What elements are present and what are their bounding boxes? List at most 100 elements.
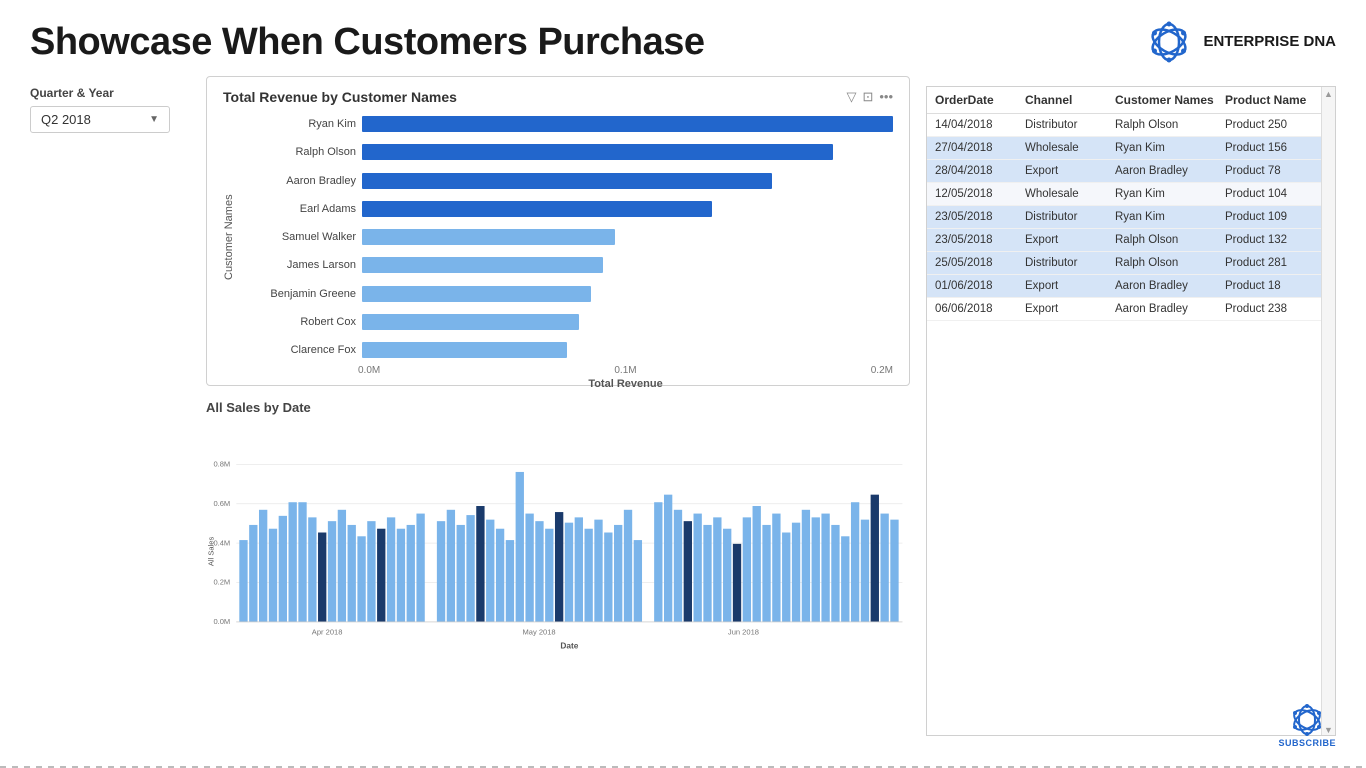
bar-label: Ralph Olson: [247, 146, 362, 158]
y-axis-label: Customer Names: [223, 113, 243, 361]
sales-chart-svg: 0.8M 0.6M 0.4M 0.2M 0.0M All Sales: [206, 419, 910, 699]
svg-text:0.0M: 0.0M: [213, 617, 230, 626]
table-row[interactable]: 14/04/2018DistributorRalph OlsonProduct …: [927, 114, 1321, 137]
customer-cell: Aaron Bradley: [1115, 165, 1225, 177]
bar-label: James Larson: [247, 259, 362, 271]
customer-cell: Ryan Kim: [1115, 188, 1225, 200]
channel-cell: Export: [1025, 280, 1115, 292]
order-date-cell: 27/04/2018: [935, 142, 1025, 154]
svg-text:Apr 2018: Apr 2018: [312, 628, 343, 637]
channel-cell: Wholesale: [1025, 142, 1115, 154]
right-panel: OrderDateChannelCustomer NamesProduct Na…: [926, 86, 1336, 736]
bar-label: Ryan Kim: [247, 118, 362, 130]
bar-label: Benjamin Greene: [247, 288, 362, 300]
bar-fill: [362, 173, 772, 189]
table-row[interactable]: 23/05/2018DistributorRyan KimProduct 109: [927, 206, 1321, 229]
table-container: OrderDateChannelCustomer NamesProduct Na…: [927, 87, 1321, 735]
header: Showcase When Customers Purchase ENTERPR…: [0, 0, 1366, 76]
subscribe-icon: [1289, 702, 1325, 738]
bar-fill: [362, 314, 579, 330]
main-content: Quarter & Year Q2 2018 ▼ Total Revenue b…: [0, 76, 1366, 736]
bar-row: Ryan Kim: [247, 113, 893, 135]
customer-cell: Aaron Bradley: [1115, 303, 1225, 315]
bar-label: Robert Cox: [247, 316, 362, 328]
channel-cell: Distributor: [1025, 257, 1115, 269]
channel-cell: Export: [1025, 165, 1115, 177]
bar-row: Ralph Olson: [247, 141, 893, 163]
expand-icon[interactable]: ⊡: [862, 89, 873, 105]
product-cell: Product 281: [1225, 257, 1321, 269]
order-date-cell: 23/05/2018: [935, 211, 1025, 223]
bar-track: [362, 286, 893, 302]
channel-cell: Distributor: [1025, 119, 1115, 131]
customer-cell: Ryan Kim: [1115, 142, 1225, 154]
x-axis-tick: 0.2M: [871, 365, 893, 376]
customer-cell: Ralph Olson: [1115, 234, 1225, 246]
logo-text: ENTERPRISE DNA: [1203, 33, 1336, 51]
svg-text:May 2018: May 2018: [522, 628, 555, 637]
bar-row: Clarence Fox: [247, 339, 893, 361]
bar-row: Robert Cox: [247, 311, 893, 333]
table-row[interactable]: 28/04/2018ExportAaron BradleyProduct 78: [927, 160, 1321, 183]
product-cell: Product 78: [1225, 165, 1321, 177]
svg-text:0.6M: 0.6M: [213, 499, 230, 508]
bar-fill: [362, 257, 603, 273]
order-date-cell: 12/05/2018: [935, 188, 1025, 200]
x-axis-tick: 0.0M: [358, 365, 380, 376]
channel-cell: Distributor: [1025, 211, 1115, 223]
bottom-chart-panel: All Sales by Date 0.8M 0.6M 0.4M 0.2M 0.…: [206, 396, 910, 716]
customer-cell: Aaron Bradley: [1115, 280, 1225, 292]
bar-fill: [362, 144, 833, 160]
table-row[interactable]: 23/05/2018ExportRalph OlsonProduct 132: [927, 229, 1321, 252]
bottom-chart-title: All Sales by Date: [206, 400, 910, 415]
customer-cell: Ralph Olson: [1115, 257, 1225, 269]
svg-text:0.4M: 0.4M: [213, 538, 230, 547]
table-row[interactable]: 27/04/2018WholesaleRyan KimProduct 156: [927, 137, 1321, 160]
scroll-up-icon[interactable]: ▲: [1324, 89, 1333, 99]
order-date-cell: 23/05/2018: [935, 234, 1025, 246]
svg-text:All Sales: All Sales: [207, 537, 216, 567]
dropdown-value: Q2 2018: [41, 112, 91, 127]
bar-chart-header: Total Revenue by Customer Names ▽ ⊡ •••: [223, 89, 893, 105]
table-header-cell: Channel: [1025, 93, 1115, 107]
bar-row: Samuel Walker: [247, 226, 893, 248]
product-cell: Product 104: [1225, 188, 1321, 200]
logo-area: ENTERPRISE DNA: [1145, 18, 1336, 66]
quarter-year-dropdown[interactable]: Q2 2018 ▼: [30, 106, 170, 133]
bar-label: Earl Adams: [247, 203, 362, 215]
bar-row: Earl Adams: [247, 198, 893, 220]
x-axis-tick: 0.1M: [614, 365, 636, 376]
scrollbar[interactable]: ▲ ▼: [1321, 87, 1335, 735]
page-title: Showcase When Customers Purchase: [30, 21, 705, 64]
left-sidebar: Quarter & Year Q2 2018 ▼: [30, 76, 190, 736]
bar-fill: [362, 116, 893, 132]
product-cell: Product 238: [1225, 303, 1321, 315]
bar-track: [362, 144, 893, 160]
right-panel-wrapper: OrderDateChannelCustomer NamesProduct Na…: [926, 86, 1336, 736]
table-row[interactable]: 01/06/2018ExportAaron BradleyProduct 18: [927, 275, 1321, 298]
bar-track: [362, 173, 893, 189]
order-date-cell: 28/04/2018: [935, 165, 1025, 177]
bar-track: [362, 229, 893, 245]
bar-chart-inner: Ryan Kim Ralph Olson Aaron Bradley Earl Ada…: [247, 113, 893, 361]
bar-label: Aaron Bradley: [247, 175, 362, 187]
more-icon[interactable]: •••: [879, 89, 893, 105]
bar-chart-panel: Total Revenue by Customer Names ▽ ⊡ ••• …: [206, 76, 910, 386]
table-row[interactable]: 12/05/2018WholesaleRyan KimProduct 104: [927, 183, 1321, 206]
product-cell: Product 132: [1225, 234, 1321, 246]
channel-cell: Export: [1025, 303, 1115, 315]
channel-cell: Export: [1025, 234, 1115, 246]
bottom-chart-svg-container: 0.8M 0.6M 0.4M 0.2M 0.0M All Sales: [206, 419, 910, 699]
bar-row: James Larson: [247, 254, 893, 276]
filter-icon[interactable]: ▽: [846, 89, 856, 105]
bar-fill: [362, 229, 615, 245]
table-row[interactable]: 25/05/2018DistributorRalph OlsonProduct …: [927, 252, 1321, 275]
bar-fill: [362, 342, 567, 358]
order-date-cell: 25/05/2018: [935, 257, 1025, 269]
enterprise-dna-icon: [1145, 18, 1193, 66]
subscribe-badge[interactable]: SUBSCRIBE: [1278, 702, 1336, 748]
bar-track: [362, 257, 893, 273]
product-cell: Product 156: [1225, 142, 1321, 154]
bar-row: Aaron Bradley: [247, 170, 893, 192]
table-row[interactable]: 06/06/2018ExportAaron BradleyProduct 238: [927, 298, 1321, 321]
